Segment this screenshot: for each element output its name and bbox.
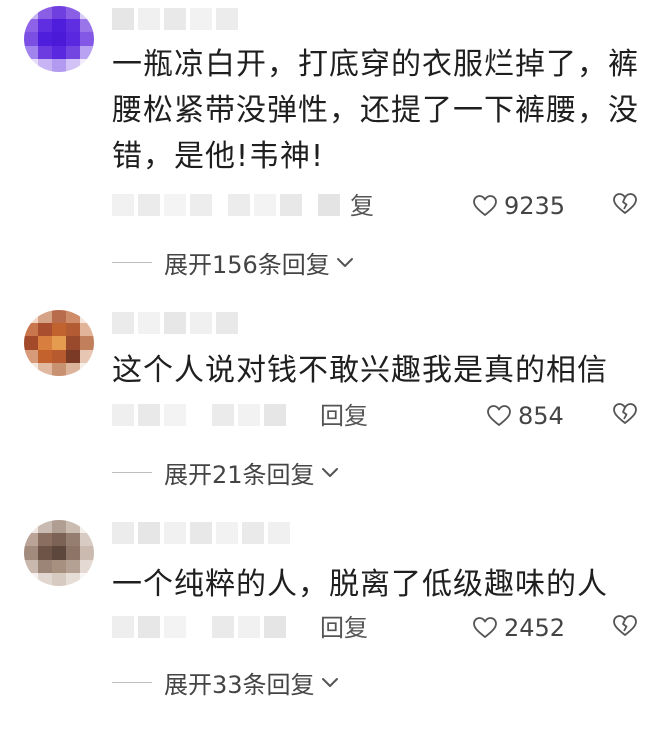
- comment-text: 一瓶凉白开，打底穿的衣服烂掉了，裤腰松紧带没弹性，还提了一下裤腰，没错，是他!韦…: [112, 47, 639, 174]
- username-obscured[interactable]: [112, 312, 238, 334]
- like-count: 2452: [504, 614, 566, 642]
- heart-outline-icon: [473, 195, 497, 216]
- divider: [112, 261, 152, 263]
- reply-button[interactable]: 回复: [320, 400, 368, 432]
- comment-meta: 回复 2452: [112, 612, 652, 644]
- username-obscured[interactable]: [112, 8, 238, 30]
- comment-item: 一瓶凉白开，打底穿的衣服烂掉了，裤腰松紧带没弹性，还提了一下裤腰，没错，是他!韦…: [0, 0, 660, 279]
- divider: [112, 471, 152, 473]
- like-button[interactable]: 2452: [472, 612, 565, 644]
- comment-text: 这个人说对钱不敢兴趣我是真的相信: [112, 353, 608, 388]
- like-count: 9235: [504, 192, 566, 220]
- comment-item: 一个纯粹的人，脱离了低级趣味的人 回复 2452 展开33条回复: [0, 514, 660, 750]
- comment-text: 一个纯粹的人，脱离了低级趣味的人: [112, 567, 608, 602]
- like-button[interactable]: 854: [486, 400, 564, 432]
- reply-button[interactable]: 回复: [320, 612, 368, 644]
- broken-heart-icon[interactable]: [612, 192, 638, 216]
- chevron-down-icon: [336, 258, 353, 267]
- avatar[interactable]: [24, 6, 94, 72]
- timestamp-obscured: [112, 404, 286, 426]
- comment-meta: 复 9235: [112, 190, 652, 222]
- expand-replies-button[interactable]: 展开33条回复: [112, 666, 339, 699]
- heart-outline-icon: [473, 617, 497, 638]
- chevron-down-icon: [321, 678, 338, 687]
- heart-outline-icon: [487, 405, 511, 426]
- username-obscured[interactable]: [112, 522, 290, 544]
- comment-meta: 回复 854: [112, 400, 652, 432]
- avatar[interactable]: [24, 520, 94, 586]
- expand-replies-button[interactable]: 展开21条回复: [112, 456, 339, 489]
- expand-replies-label: 展开21条回复: [164, 460, 315, 489]
- comment-item: 这个人说对钱不敢兴趣我是真的相信 回复 854 展开21条回复: [0, 304, 660, 540]
- avatar[interactable]: [24, 310, 94, 376]
- reply-button[interactable]: 复: [350, 190, 374, 222]
- expand-replies-button[interactable]: 展开156条回复: [112, 246, 354, 279]
- like-button[interactable]: 9235: [472, 190, 565, 222]
- broken-heart-icon[interactable]: [612, 614, 638, 638]
- like-count: 854: [518, 402, 564, 430]
- broken-heart-icon[interactable]: [612, 402, 638, 426]
- timestamp-obscured: [112, 616, 286, 638]
- timestamp-obscured: [112, 194, 340, 216]
- expand-replies-label: 展开156条回复: [164, 250, 330, 279]
- expand-replies-label: 展开33条回复: [164, 670, 315, 699]
- divider: [112, 681, 152, 683]
- chevron-down-icon: [321, 468, 338, 477]
